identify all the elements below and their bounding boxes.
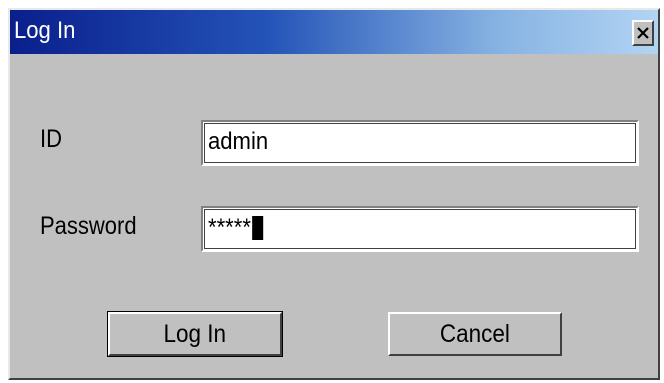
text-cursor [251, 216, 263, 240]
id-field-value: admin [208, 128, 269, 155]
login-button[interactable]: Log In [107, 311, 283, 357]
password-field-value: ***** [208, 214, 251, 241]
id-label: ID [40, 125, 62, 153]
id-field[interactable]: admin [201, 120, 639, 166]
dialog-title: Log In [14, 17, 76, 44]
cancel-button[interactable]: Cancel [388, 312, 562, 356]
close-button[interactable] [632, 20, 654, 46]
cancel-button-label: Cancel [439, 319, 511, 348]
title-bar[interactable]: Log In [10, 10, 658, 54]
login-button-label: Log In [163, 319, 227, 348]
password-label: Password [40, 212, 137, 240]
login-dialog: Log In ID admin Password ***** Log In Ca… [8, 8, 660, 380]
password-field[interactable]: ***** [201, 206, 639, 252]
close-icon [637, 27, 649, 39]
